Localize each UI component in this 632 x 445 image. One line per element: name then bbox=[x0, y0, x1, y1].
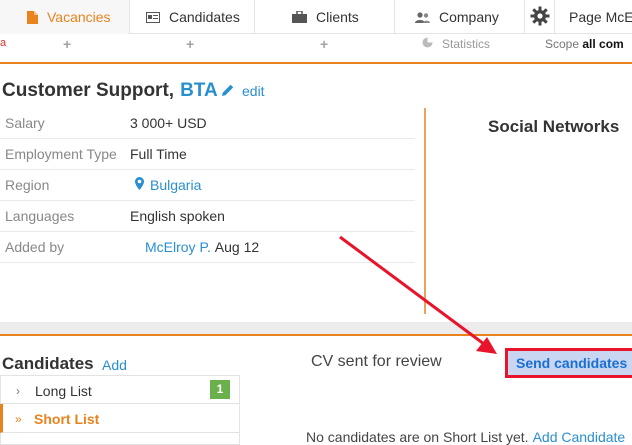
list-item-label: Short List bbox=[34, 411, 100, 427]
list-item-long-list[interactable]: › Long List 1 bbox=[0, 375, 240, 404]
statistics-link[interactable]: Statistics bbox=[422, 37, 490, 51]
detail-label: Added by bbox=[5, 239, 65, 255]
candidates-card-icon bbox=[146, 11, 160, 23]
company-users-icon bbox=[415, 11, 430, 23]
candidate-lists: › Long List 1 » Short List bbox=[0, 375, 240, 445]
sub-left-fragment: a bbox=[0, 37, 7, 49]
detail-row-languages: Languages English spoken bbox=[0, 201, 415, 232]
add-vacancy-plus-icon[interactable]: + bbox=[63, 36, 71, 52]
vacancy-details-table: Salary 3 000+ USD Employment Type Full T… bbox=[0, 108, 415, 263]
double-chevron-right-icon: » bbox=[15, 412, 22, 426]
detail-row-added-by: Added by McElroy P. Aug 12 bbox=[0, 232, 415, 263]
vacancies-doc-icon bbox=[27, 10, 38, 24]
detail-value: McElroy P. Aug 12 bbox=[145, 239, 259, 255]
detail-value: Full Time bbox=[130, 146, 187, 162]
clients-briefcase-icon bbox=[292, 11, 307, 23]
nav-company-label: Company bbox=[439, 9, 499, 25]
add-candidate-link[interactable]: Add bbox=[102, 357, 127, 373]
pie-chart-icon bbox=[422, 37, 433, 51]
cv-sent-title: CV sent for review bbox=[311, 353, 442, 370]
nav-company[interactable]: Company bbox=[395, 0, 525, 34]
send-candidates-button[interactable]: Send candidates bbox=[505, 348, 632, 378]
detail-value: 3 000+ USD bbox=[130, 115, 207, 131]
detail-label: Employment Type bbox=[5, 146, 117, 162]
detail-row-salary: Salary 3 000+ USD bbox=[0, 108, 415, 139]
add-client-plus-icon[interactable]: + bbox=[320, 36, 328, 52]
detail-row-region: Region Bulgaria bbox=[0, 170, 415, 201]
map-pin-icon bbox=[135, 177, 144, 193]
arrow-head bbox=[476, 337, 497, 354]
nav-vacancies-label: Vacancies bbox=[47, 9, 111, 25]
add-candidate-inline-link[interactable]: Add Candidate bbox=[533, 429, 626, 445]
nav-clients[interactable]: Clients bbox=[255, 0, 395, 34]
empty-short-list-message: No candidates are on Short List yet. Add … bbox=[306, 429, 625, 445]
detail-label: Languages bbox=[5, 208, 75, 224]
edit-vacancy-link[interactable]: edit bbox=[222, 83, 265, 99]
edit-label: edit bbox=[242, 83, 265, 99]
detail-label: Region bbox=[5, 177, 50, 193]
statistics-label: Statistics bbox=[442, 37, 491, 51]
vacancy-title: Customer Support, BTA bbox=[2, 80, 218, 102]
nav-candidates-label: Candidates bbox=[169, 9, 240, 25]
detail-row-employment-type: Employment Type Full Time bbox=[0, 139, 415, 170]
list-item-label: Long List bbox=[35, 383, 92, 399]
vacancy-name: Customer Support, bbox=[2, 80, 175, 101]
pencil-icon bbox=[222, 83, 234, 99]
scope-selector[interactable]: Scope all com bbox=[545, 37, 624, 51]
list-item-short-list[interactable]: » Short List bbox=[0, 404, 240, 433]
column-divider bbox=[424, 108, 426, 314]
region-link[interactable]: Bulgaria bbox=[135, 177, 201, 193]
social-networks-title: Social Networks bbox=[488, 117, 620, 136]
vacancy-company-link[interactable]: BTA bbox=[180, 80, 218, 101]
sub-toolbar: a + + + Statistics Scope all com bbox=[0, 34, 632, 55]
empty-msg-text: No candidates are on Short List yet. bbox=[306, 429, 529, 445]
scope-label: Scope bbox=[545, 37, 580, 51]
scope-value: all com bbox=[582, 37, 624, 51]
added-date: Aug 12 bbox=[214, 239, 260, 255]
list-item-partial[interactable] bbox=[0, 433, 240, 445]
top-navigation: Vacancies Candidates Clients Company Pag… bbox=[0, 0, 632, 34]
section-separator bbox=[0, 322, 632, 336]
nav-candidates[interactable]: Candidates bbox=[130, 0, 255, 34]
add-candidate-plus-icon[interactable]: + bbox=[186, 36, 194, 52]
detail-value: English spoken bbox=[130, 208, 225, 224]
detail-label: Salary bbox=[5, 115, 45, 131]
settings-gear-icon bbox=[530, 6, 550, 29]
nav-page-user[interactable]: Page McE bbox=[555, 0, 632, 34]
region-value: Bulgaria bbox=[150, 177, 202, 193]
count-badge: 1 bbox=[210, 380, 230, 399]
header-divider bbox=[0, 62, 632, 64]
candidates-title: Candidates bbox=[2, 354, 94, 373]
settings-button[interactable] bbox=[525, 0, 555, 34]
nav-vacancies[interactable]: Vacancies bbox=[0, 0, 130, 34]
nav-page-user-label: Page McE bbox=[569, 9, 632, 25]
added-by-user-link[interactable]: McElroy P. bbox=[145, 239, 211, 255]
chevron-right-icon: › bbox=[16, 384, 20, 398]
nav-clients-label: Clients bbox=[316, 9, 359, 25]
